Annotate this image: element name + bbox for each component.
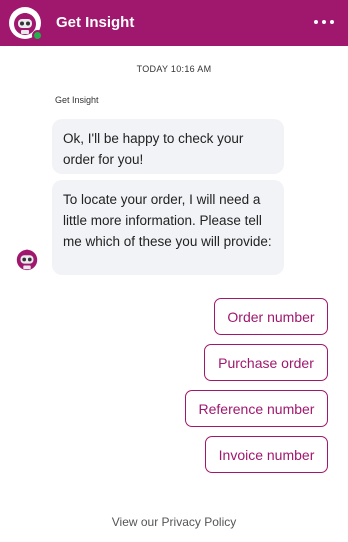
header-title: Get Insight [56,14,135,31]
sender-name: Get Insight [55,95,99,105]
message-timestamp: TODAY 10:16 AM [136,64,212,74]
robot-icon [14,246,40,272]
option-purchase-order-button[interactable]: Purchase order [204,344,328,381]
option-order-number-button[interactable]: Order number [214,298,328,335]
bot-message: Ok, I'll be happy to check your order fo… [52,119,284,174]
online-status-dot [32,30,43,41]
option-reference-number-button[interactable]: Reference number [185,390,328,427]
more-horizontal-icon[interactable] [314,20,334,24]
bot-avatar [9,7,43,41]
option-invoice-number-button[interactable]: Invoice number [205,436,328,473]
bot-message: To locate your order, I will need a litt… [52,180,284,275]
chat-header: Get Insight [0,0,348,46]
privacy-policy-link[interactable]: View our Privacy Policy [0,515,348,529]
